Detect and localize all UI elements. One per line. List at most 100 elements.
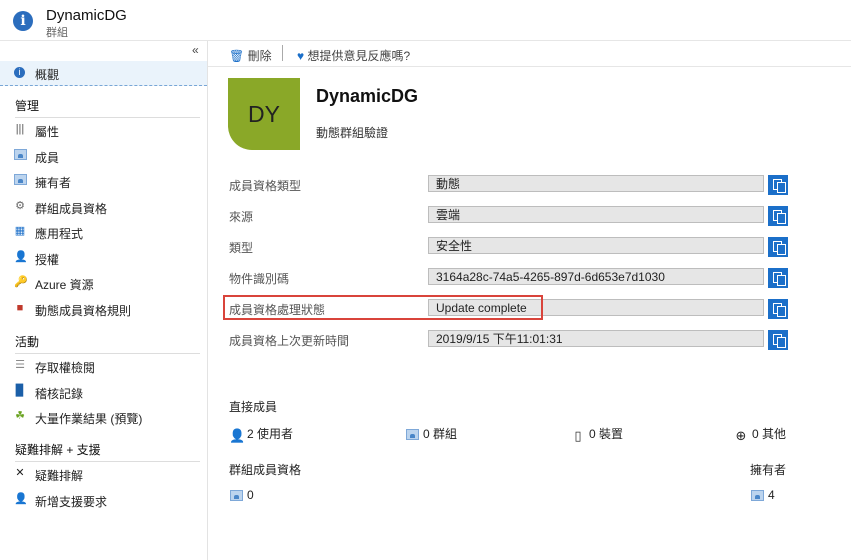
gear-icon: ⚙ bbox=[15, 200, 25, 212]
list-icon: ☰ bbox=[15, 359, 25, 371]
group-icon bbox=[405, 429, 419, 443]
highlight-box bbox=[223, 295, 543, 320]
sidebar-item-label: 新增支援要求 bbox=[35, 495, 108, 509]
info-icon: i bbox=[14, 67, 25, 78]
membership-type-value[interactable]: 動態 bbox=[428, 175, 764, 192]
user-icon: 👤 bbox=[229, 428, 246, 443]
direct-members-title: 直接成員 bbox=[229, 400, 278, 414]
sidebar-item-properties[interactable]: ||| 屬性 bbox=[0, 118, 207, 142]
sidebar-item-label: 稽核記錄 bbox=[35, 387, 84, 401]
license-icon: 👤 bbox=[14, 251, 28, 263]
feedback-button[interactable]: ♥ 想提供意見反應嗎? bbox=[297, 47, 410, 64]
others-count[interactable]: ⊕ 0 其他 bbox=[734, 425, 786, 443]
object-id-label: 物件識別碼 bbox=[229, 272, 290, 286]
owner-icon bbox=[750, 490, 764, 504]
sidebar-item-label: 疑難排解 bbox=[35, 469, 84, 483]
sidebar-item-group-memberships[interactable]: ⚙ 群組成員資格 bbox=[0, 195, 207, 219]
users-count[interactable]: 👤 2 使用者 bbox=[229, 425, 293, 443]
heart-icon: ♥ bbox=[297, 49, 305, 63]
group-memberships-title: 群組成員資格 bbox=[229, 463, 302, 477]
sidebar-item-owners[interactable]: 擁有者 bbox=[0, 169, 207, 193]
group-memberships-count[interactable]: 0 bbox=[229, 488, 254, 504]
copy-icon[interactable] bbox=[768, 299, 788, 319]
groups-count-text: 0 群組 bbox=[423, 427, 458, 441]
info-icon: i bbox=[13, 11, 33, 31]
sidebar-item-troubleshoot[interactable]: ✕ 疑難排解 bbox=[0, 462, 207, 486]
sidebar-item-label: 擁有者 bbox=[35, 176, 72, 190]
owners-count[interactable]: 4 bbox=[750, 488, 775, 504]
last-updated-label: 成員資格上次更新時間 bbox=[229, 334, 350, 348]
toolbar-separator bbox=[208, 66, 851, 67]
page-title: DynamicDG bbox=[46, 7, 127, 24]
sidebar-item-label: 群組成員資格 bbox=[35, 202, 108, 216]
sidebar-item-overview[interactable]: i 概觀 bbox=[0, 61, 207, 86]
sidebar-item-label: 大量作業結果 (預覽) bbox=[35, 412, 143, 426]
last-updated-value[interactable]: 2019/9/15 下午11:01:31 bbox=[428, 330, 764, 347]
sidebar-item-label: 概觀 bbox=[35, 68, 60, 82]
sidebar-item-access-reviews[interactable]: ☰ 存取權檢閱 bbox=[0, 354, 207, 378]
group-icon bbox=[229, 490, 243, 504]
trash-icon: 🗑 bbox=[229, 49, 245, 63]
device-icon: ▯ bbox=[574, 428, 582, 443]
owners-count-text: 4 bbox=[768, 488, 775, 502]
key-icon: 🔑 bbox=[14, 276, 28, 288]
group-description: 動態群組驗證 bbox=[316, 126, 389, 140]
wrench-icon: ✕ bbox=[15, 467, 25, 479]
type-label: 類型 bbox=[229, 241, 254, 255]
group-memberships-count-text: 0 bbox=[247, 488, 254, 502]
sidebar-item-label: 屬性 bbox=[35, 125, 60, 139]
source-value[interactable]: 雲端 bbox=[428, 206, 764, 223]
feedback-label: 想提供意見反應嗎? bbox=[307, 49, 411, 63]
sidebar-item-new-support-request[interactable]: 👤 新增支援要求 bbox=[0, 488, 207, 512]
toolbar-divider bbox=[282, 45, 283, 61]
owners-title: 擁有者 bbox=[750, 463, 787, 477]
sidebar-item-label: 授權 bbox=[35, 253, 60, 267]
devices-count-text: 0 裝置 bbox=[589, 427, 624, 441]
book-icon: ▉ bbox=[15, 385, 25, 397]
devices-count[interactable]: ▯ 0 裝置 bbox=[571, 425, 623, 443]
source-label: 來源 bbox=[229, 210, 254, 224]
blade-header: i DynamicDG 群組 bbox=[0, 0, 851, 41]
sidebar-item-bulk-results[interactable]: ☘ 大量作業結果 (預覽) bbox=[0, 405, 207, 429]
copy-icon[interactable] bbox=[768, 206, 788, 226]
collapse-sidebar-button[interactable]: « bbox=[192, 43, 199, 57]
sidebar-section-activity: 活動 bbox=[15, 333, 200, 354]
copy-icon[interactable] bbox=[768, 330, 788, 350]
owners-icon bbox=[14, 174, 27, 186]
others-count-text: 0 其他 bbox=[752, 427, 787, 441]
groups-count[interactable]: 0 群組 bbox=[405, 425, 457, 443]
sidebar-item-label: 成員 bbox=[35, 151, 60, 165]
sidebar-item-licenses[interactable]: 👤 授權 bbox=[0, 246, 207, 270]
sidebar-item-label: 動態成員資格規則 bbox=[35, 304, 132, 318]
sidebar-item-applications[interactable]: ▦ 應用程式 bbox=[0, 220, 207, 244]
sidebar-item-dynamic-rules[interactable]: ■ 動態成員資格規則 bbox=[0, 297, 207, 321]
members-icon bbox=[14, 149, 27, 161]
sidebar-item-label: 存取權檢閱 bbox=[35, 361, 96, 375]
object-id-value[interactable]: 3164a28c-74a5-4265-897d-6d653e7d1030 bbox=[428, 268, 764, 285]
globe-icon: ⊕ bbox=[735, 428, 747, 443]
grid-icon: ▦ bbox=[14, 225, 26, 237]
sidebar-item-label: 應用程式 bbox=[35, 227, 84, 241]
delete-button[interactable]: 🗑 刪除 bbox=[229, 47, 272, 64]
people-icon: ☘ bbox=[15, 410, 25, 422]
page-subtitle: 群組 bbox=[46, 27, 68, 39]
group-name: DynamicDG bbox=[316, 86, 419, 106]
sidebar-item-label: Azure 資源 bbox=[35, 278, 94, 292]
copy-icon[interactable] bbox=[768, 175, 788, 195]
sidebar-section-manage: 管理 bbox=[15, 97, 200, 118]
delete-label: 刪除 bbox=[247, 49, 272, 63]
copy-icon[interactable] bbox=[768, 237, 788, 257]
toolbox-icon: ■ bbox=[16, 302, 24, 314]
sidebar: « i 概觀 管理 ||| 屬性 成員 擁有者 ⚙ 群組成員資格 ▦ 應用程式 … bbox=[0, 41, 208, 560]
sidebar-item-members[interactable]: 成員 bbox=[0, 144, 207, 168]
sidebar-item-azure-resources[interactable]: 🔑 Azure 資源 bbox=[0, 271, 207, 295]
sidebar-section-troubleshoot: 疑難排解 + 支援 bbox=[15, 441, 200, 462]
support-icon: 👤 bbox=[14, 493, 28, 505]
copy-icon[interactable] bbox=[768, 268, 788, 288]
group-avatar: DY bbox=[228, 78, 300, 150]
type-value[interactable]: 安全性 bbox=[428, 237, 764, 254]
membership-type-label: 成員資格類型 bbox=[229, 179, 302, 193]
properties-icon: ||| bbox=[15, 123, 25, 135]
users-count-text: 2 使用者 bbox=[247, 427, 294, 441]
sidebar-item-audit-logs[interactable]: ▉ 稽核記錄 bbox=[0, 380, 207, 404]
